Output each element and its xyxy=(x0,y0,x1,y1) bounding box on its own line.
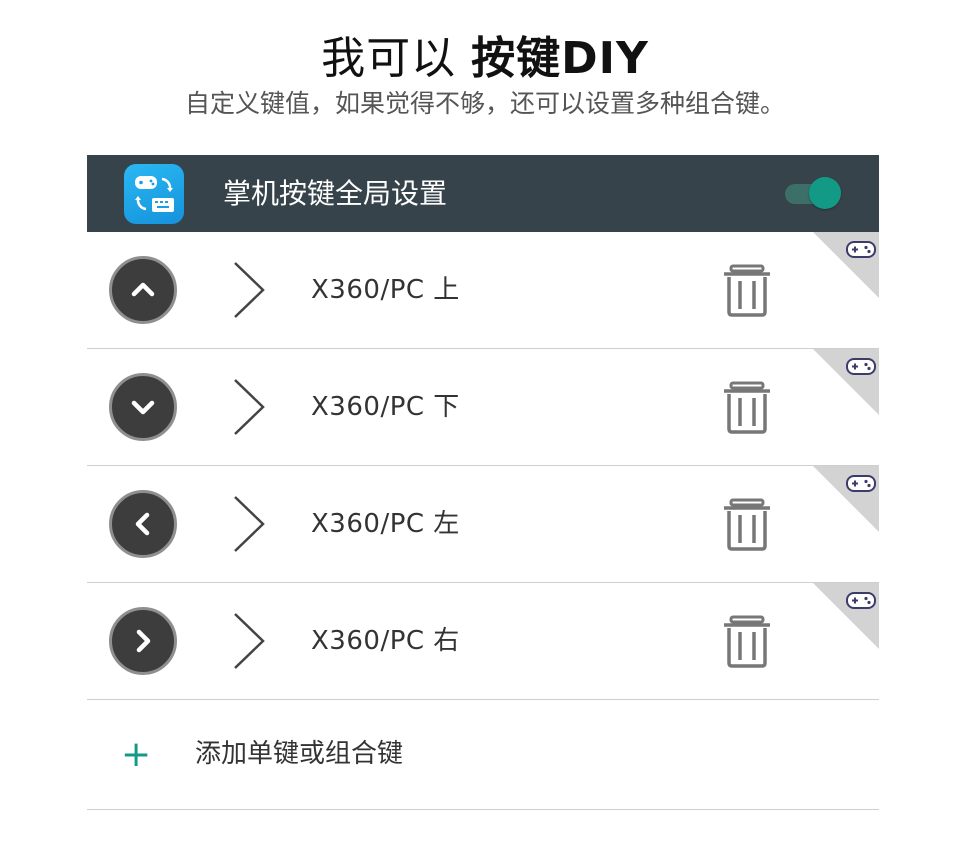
mapping-label: X360/PC 左 xyxy=(311,509,460,539)
key-settings-panel: 掌机按键全局设置 X360/PC 上 X360/PC 下 X360/PC 左 X… xyxy=(87,155,879,810)
chevron-right-icon[interactable] xyxy=(229,259,269,321)
left-arrow-button[interactable] xyxy=(109,490,177,558)
chevron-down-icon xyxy=(131,400,155,415)
mapping-label: X360/PC 上 xyxy=(311,275,460,305)
up-arrow-button[interactable] xyxy=(109,256,177,324)
gamepad-corner-icon xyxy=(813,583,879,649)
chevron-right-icon[interactable] xyxy=(229,493,269,555)
add-key-label: 添加单键或组合键 xyxy=(195,739,404,769)
trash-icon[interactable] xyxy=(719,262,775,318)
chevron-right-icon[interactable] xyxy=(229,376,269,438)
right-arrow-button[interactable] xyxy=(109,607,177,675)
app-icon xyxy=(124,164,184,224)
hero-title-regular: 我可以 xyxy=(321,33,472,84)
global-toggle-switch[interactable] xyxy=(785,177,841,209)
mapping-row-left[interactable]: X360/PC 左 xyxy=(87,466,879,583)
down-arrow-button[interactable] xyxy=(109,373,177,441)
settings-header: 掌机按键全局设置 xyxy=(87,155,879,232)
trash-icon[interactable] xyxy=(719,379,775,435)
plus-icon: + xyxy=(121,734,152,775)
add-key-button[interactable]: + 添加单键或组合键 xyxy=(87,700,879,810)
gamepad-corner-icon xyxy=(813,349,879,415)
hero-title: 我可以 按键DIY xyxy=(0,22,970,86)
mapping-row-down[interactable]: X360/PC 下 xyxy=(87,349,879,466)
mapping-row-up[interactable]: X360/PC 上 xyxy=(87,232,879,349)
trash-icon[interactable] xyxy=(719,613,775,669)
chevron-left-icon xyxy=(135,512,150,536)
hero-subtitle: 自定义键值，如果觉得不够，还可以设置多种组合键。 xyxy=(184,89,785,118)
chevron-up-icon xyxy=(131,282,155,297)
gamepad-corner-icon xyxy=(813,232,879,298)
toggle-knob xyxy=(809,177,841,209)
mapping-row-right[interactable]: X360/PC 右 xyxy=(87,583,879,700)
hero-title-bold: 按键DIY xyxy=(471,33,649,84)
gamepad-corner-icon xyxy=(813,466,879,532)
settings-title: 掌机按键全局设置 xyxy=(223,177,448,210)
trash-icon[interactable] xyxy=(719,496,775,552)
mapping-label: X360/PC 下 xyxy=(311,392,460,422)
chevron-right-icon[interactable] xyxy=(229,610,269,672)
chevron-right-small-icon xyxy=(136,629,151,653)
mapping-label: X360/PC 右 xyxy=(311,626,460,656)
